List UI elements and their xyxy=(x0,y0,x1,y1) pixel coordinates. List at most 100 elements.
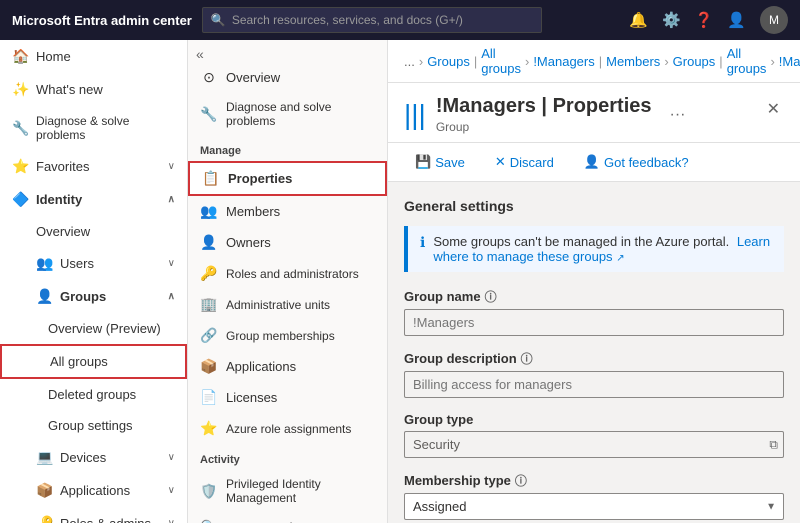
mid-applications-icon: 📦 xyxy=(200,358,218,375)
membership-type-select[interactable]: Assigned xyxy=(404,493,784,520)
mid-nav-label-members: Members xyxy=(226,204,280,219)
section-title: General settings xyxy=(404,198,784,214)
sidebar-label-overview-preview: Overview (Preview) xyxy=(48,321,161,336)
sidebar-item-applications[interactable]: 📦 Applications ∨ xyxy=(0,474,187,507)
mid-overview-icon: ⊙ xyxy=(200,69,218,86)
mid-owners-icon: 👤 xyxy=(200,234,218,251)
mid-nav-label-pim: Privileged Identity Management xyxy=(226,477,375,505)
sidebar-item-favorites[interactable]: ⭐ Favorites ∨ xyxy=(0,150,187,183)
mid-nav-admin-units[interactable]: 🏢 Administrative units xyxy=(188,289,387,320)
mid-members-icon: 👥 xyxy=(200,203,218,220)
breadcrumb-all-groups[interactable]: All groups xyxy=(481,46,521,76)
breadcrumb-members[interactable]: Members xyxy=(606,54,660,69)
whats-new-icon: ✨ xyxy=(12,81,28,98)
mid-nav-owners[interactable]: 👤 Owners xyxy=(188,227,387,258)
topbar-brand: Microsoft Entra admin center xyxy=(12,13,192,28)
mid-nav-access-reviews[interactable]: 🔍 Access reviews xyxy=(188,512,387,523)
users-chevron: ∨ xyxy=(168,258,175,269)
breadcrumb: ... › Groups | All groups › !Managers | … xyxy=(388,40,800,83)
groups-icon: 👤 xyxy=(36,288,52,305)
save-icon: 💾 xyxy=(415,154,431,170)
search-bar[interactable]: 🔍 xyxy=(202,7,542,33)
sidebar-item-home[interactable]: 🏠 Home xyxy=(0,40,187,73)
mid-nav-label-overview: Overview xyxy=(226,70,280,85)
feedback-label: Got feedback? xyxy=(604,155,689,170)
users-icon: 👥 xyxy=(36,255,52,272)
search-input[interactable] xyxy=(232,13,533,27)
mid-nav-label-diagnose: Diagnose and solve problems xyxy=(226,100,375,128)
settings-icon[interactable]: ⚙️ xyxy=(662,11,681,29)
sidebar-label-users: Users xyxy=(60,256,94,271)
notification-icon[interactable]: 🔔 xyxy=(629,11,648,29)
mid-admin-units-icon: 🏢 xyxy=(200,296,218,313)
home-icon: 🏠 xyxy=(12,48,28,65)
discard-button[interactable]: ✕ Discard xyxy=(484,149,565,175)
sidebar-item-overview[interactable]: Overview xyxy=(0,216,187,247)
mid-nav-azure-roles[interactable]: ⭐ Azure role assignments xyxy=(188,413,387,444)
breadcrumb-all-groups2[interactable]: All groups xyxy=(727,46,767,76)
group-type-field: Group type ⧉ xyxy=(404,412,784,458)
breadcrumb-managers2[interactable]: !Managers xyxy=(779,54,800,69)
sidebar-item-devices[interactable]: 💻 Devices ∨ xyxy=(0,441,187,474)
mid-nav-roles-admin[interactable]: 🔑 Roles and administrators xyxy=(188,258,387,289)
group-type-wrapper: ⧉ xyxy=(404,431,784,458)
close-button[interactable]: ✕ xyxy=(763,95,784,123)
mid-nav-label-group-memberships: Group memberships xyxy=(226,329,335,343)
group-description-input[interactable] xyxy=(404,371,784,398)
sidebar-item-roles-admins[interactable]: 🔑 Roles & admins ∨ xyxy=(0,507,187,523)
copy-icon[interactable]: ⧉ xyxy=(769,437,778,452)
mid-nav-properties[interactable]: 📋 Properties xyxy=(188,161,387,196)
sidebar-item-identity[interactable]: 🔷 Identity ∧ xyxy=(0,183,187,216)
sidebar-item-users[interactable]: 👥 Users ∨ xyxy=(0,247,187,280)
breadcrumb-groups[interactable]: Groups xyxy=(427,54,470,69)
user-icon[interactable]: 👤 xyxy=(727,11,746,29)
mid-diagnose-icon: 🔧 xyxy=(200,106,218,123)
page-ellipsis-btn[interactable]: ··· xyxy=(670,106,686,124)
middle-panel: « ⊙ Overview 🔧 Diagnose and solve proble… xyxy=(188,40,388,523)
group-icon: ||| xyxy=(404,99,426,131)
avatar[interactable]: M xyxy=(760,6,788,34)
sidebar-item-groups[interactable]: 👤 Groups ∧ xyxy=(0,280,187,313)
diagnose-icon: 🔧 xyxy=(12,120,28,137)
sidebar-item-whats-new[interactable]: ✨ What's new xyxy=(0,73,187,106)
mid-group-mem-icon: 🔗 xyxy=(200,327,218,344)
mid-nav-diagnose[interactable]: 🔧 Diagnose and solve problems xyxy=(188,93,387,135)
breadcrumb-groups2[interactable]: Groups xyxy=(673,54,716,69)
membership-type-field: Membership type ⓘ Assigned ▼ xyxy=(404,472,784,520)
sidebar-label-all-groups: All groups xyxy=(50,354,108,369)
mid-nav-applications[interactable]: 📦 Applications xyxy=(188,351,387,382)
feedback-button[interactable]: 👤 Got feedback? xyxy=(573,149,700,175)
group-name-label: Group name xyxy=(404,289,481,304)
page-title-area: ||| !Managers | Properties Group ··· xyxy=(404,95,685,134)
help-icon[interactable]: ❓ xyxy=(695,11,714,29)
groups-chevron: ∧ xyxy=(168,291,175,302)
sidebar-item-deleted-groups[interactable]: Deleted groups xyxy=(0,379,187,410)
content-area: « ⊙ Overview 🔧 Diagnose and solve proble… xyxy=(188,40,800,523)
sidebar-item-overview-preview[interactable]: Overview (Preview) xyxy=(0,313,187,344)
sidebar-item-group-settings[interactable]: Group settings xyxy=(0,410,187,441)
mid-nav-members[interactable]: 👥 Members xyxy=(188,196,387,227)
external-link-icon: ↗ xyxy=(616,253,624,264)
save-button[interactable]: 💾 Save xyxy=(404,149,476,175)
mid-nav-label-applications: Applications xyxy=(226,359,296,374)
group-name-info-icon[interactable]: ⓘ xyxy=(485,288,497,305)
mid-nav-pim[interactable]: 🛡️ Privileged Identity Management xyxy=(188,470,387,512)
sidebar-item-all-groups[interactable]: All groups xyxy=(0,344,187,379)
sidebar: 🏠 Home ✨ What's new 🔧 Diagnose & solve p… xyxy=(0,40,188,523)
breadcrumb-managers[interactable]: !Managers xyxy=(533,54,594,69)
topbar: Microsoft Entra admin center 🔍 🔔 ⚙️ ❓ 👤 … xyxy=(0,0,800,40)
mid-nav-overview[interactable]: ⊙ Overview xyxy=(188,62,387,93)
mid-nav-group-memberships[interactable]: 🔗 Group memberships xyxy=(188,320,387,351)
membership-info-icon[interactable]: ⓘ xyxy=(515,472,527,489)
sidebar-label-groups: Groups xyxy=(60,289,106,304)
breadcrumb-ellipsis[interactable]: ... xyxy=(404,54,415,69)
mid-nav-licenses[interactable]: 📄 Licenses xyxy=(188,382,387,413)
group-name-input[interactable] xyxy=(404,309,784,336)
form-content: General settings ℹ Some groups can't be … xyxy=(388,182,800,523)
main-layout: 🏠 Home ✨ What's new 🔧 Diagnose & solve p… xyxy=(0,40,800,523)
page-subtitle: Group xyxy=(436,120,652,134)
collapse-icon[interactable]: « xyxy=(196,46,204,62)
group-desc-info-icon[interactable]: ⓘ xyxy=(521,350,533,367)
sidebar-label-favorites: Favorites xyxy=(36,159,89,174)
sidebar-item-diagnose[interactable]: 🔧 Diagnose & solve problems xyxy=(0,106,187,150)
